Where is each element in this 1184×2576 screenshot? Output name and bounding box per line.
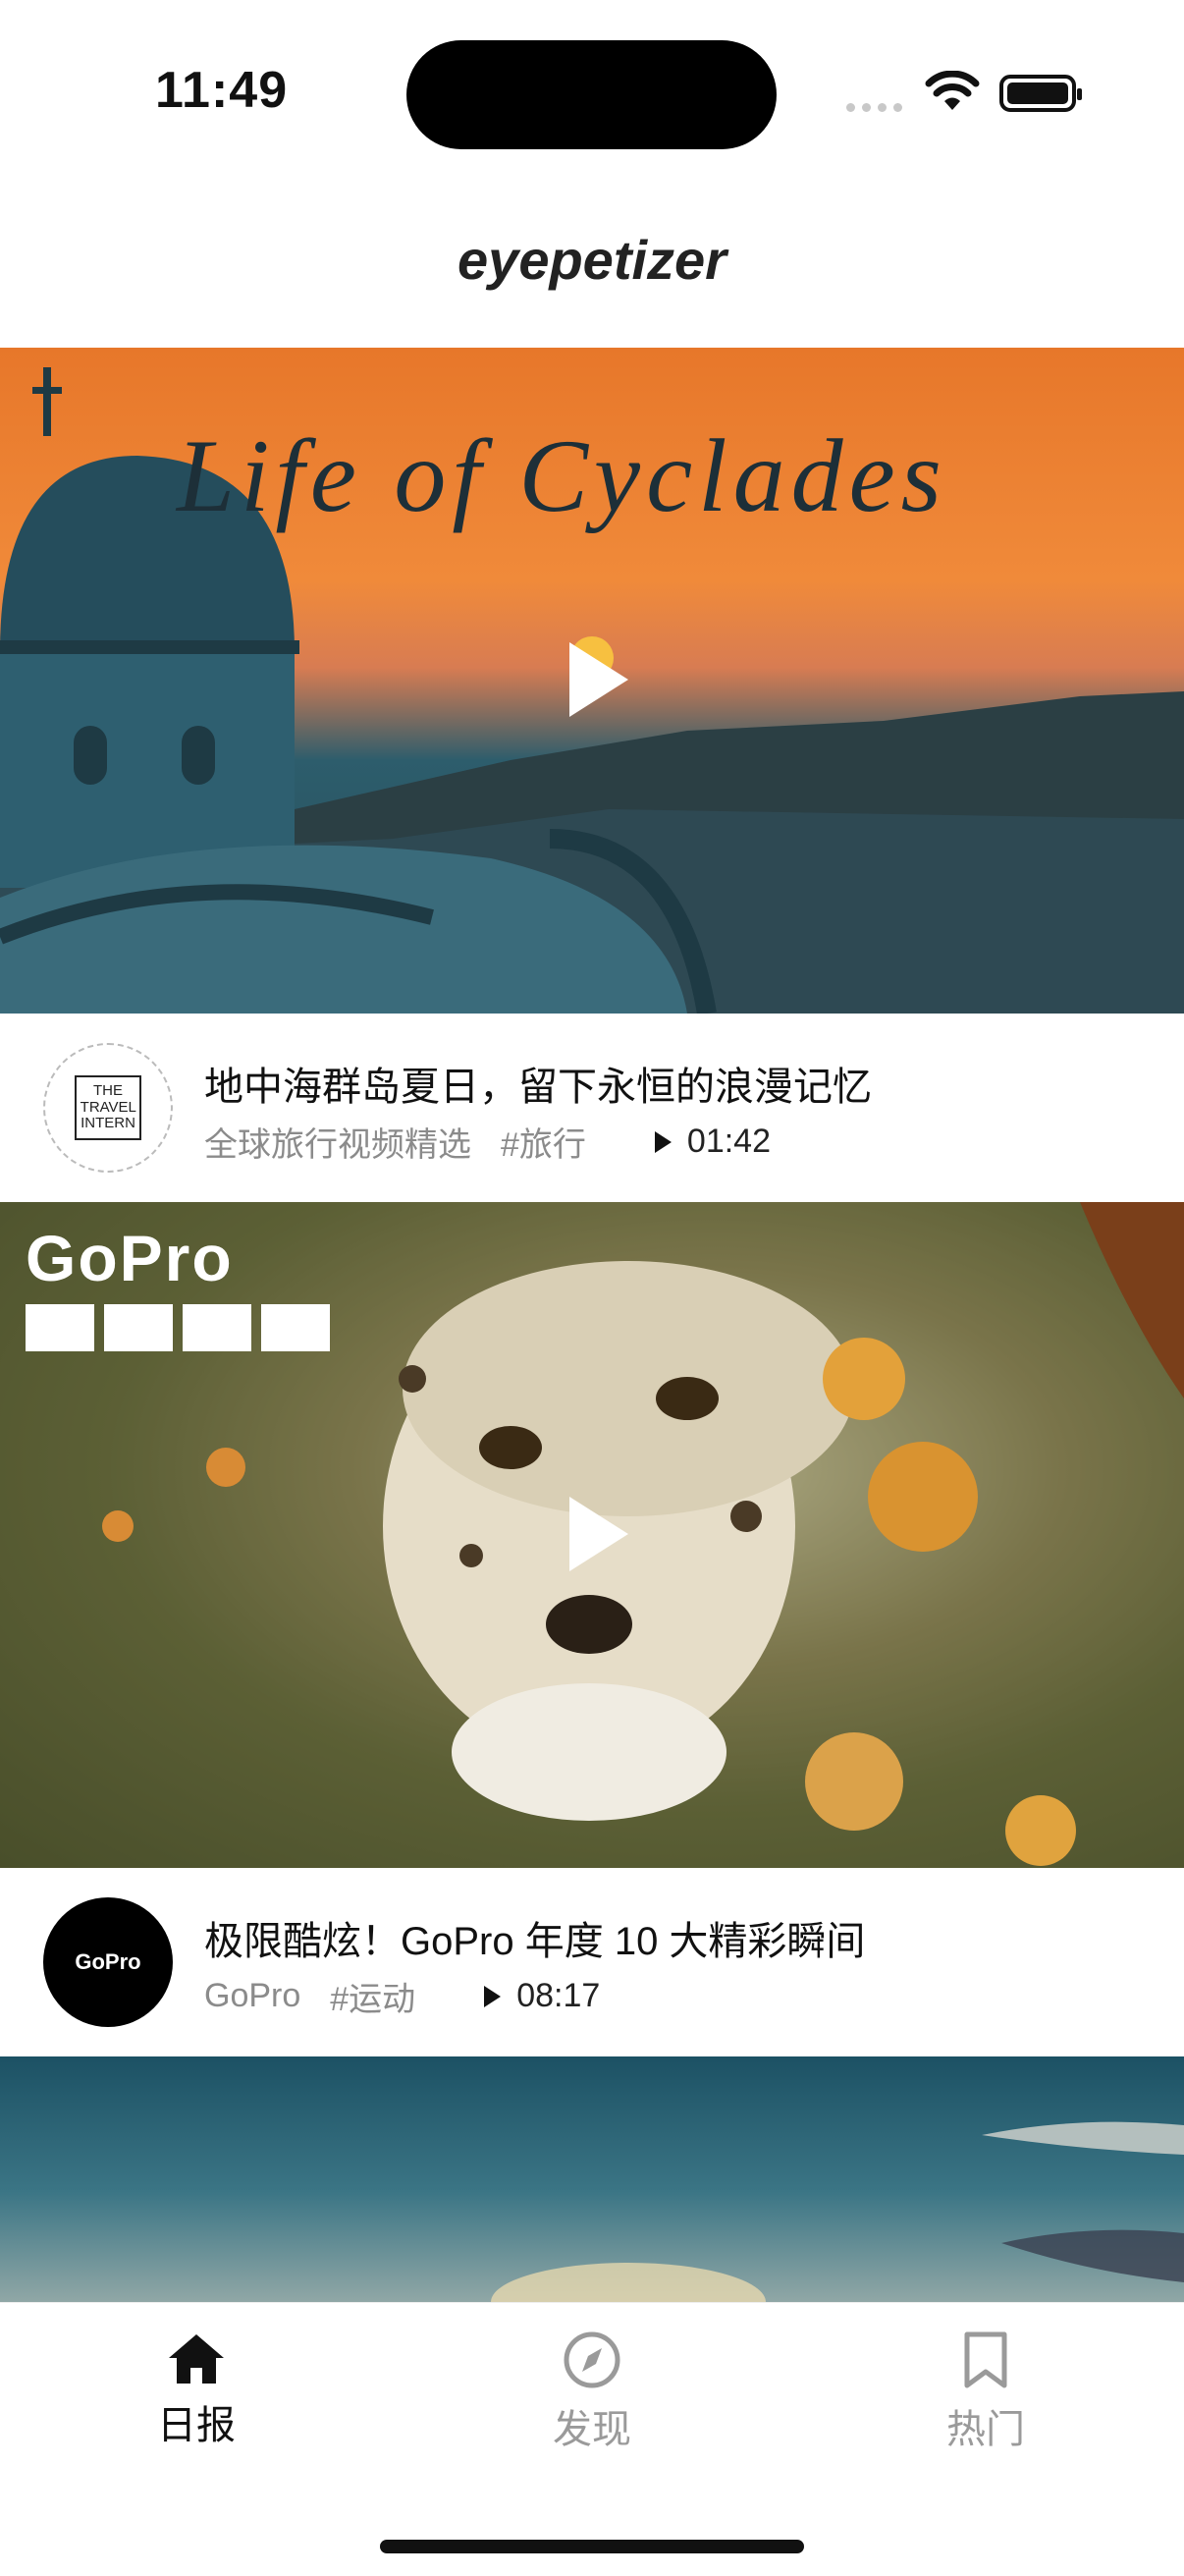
- app-title: eyepetizer: [457, 229, 727, 291]
- play-icon[interactable]: [569, 1497, 628, 1571]
- avatar-text: GoPro: [75, 1949, 141, 1974]
- bookmark-icon: [964, 2331, 1007, 2388]
- author-name[interactable]: 全球旅行视频精选: [204, 1118, 471, 1166]
- tab-label: 热门: [946, 2408, 1025, 2451]
- tab-discover[interactable]: 发现: [494, 2330, 690, 2454]
- duration: 01:42: [654, 1123, 772, 1161]
- video-info-row[interactable]: THE TRAVEL INTERN 地中海群岛夏日，留下永恒的浪漫记忆 全球旅行…: [0, 1014, 1184, 1202]
- tab-label: 日报: [157, 2404, 236, 2447]
- video-info-row[interactable]: GoPro 极限酷炫！GoPro 年度 10 大精彩瞬间 GoPro #运动 0…: [0, 1868, 1184, 2056]
- thumbnail-scene: [491, 2121, 1184, 2302]
- tab-hot[interactable]: 热门: [888, 2330, 1084, 2454]
- video-thumbnail[interactable]: GoPro: [0, 1202, 1184, 1868]
- video-meta: GoPro #运动 08:17: [204, 1972, 600, 2020]
- home-icon: [169, 2334, 224, 2384]
- tab-bar: 日报 发现 热门: [0, 2302, 1184, 2576]
- dynamic-island: [406, 40, 777, 149]
- compass-icon: [564, 2331, 620, 2388]
- duration-text: 08:17: [516, 1977, 601, 2014]
- tab-label: 发现: [553, 2408, 631, 2451]
- video-thumbnail[interactable]: Life of Cyclades: [0, 348, 1184, 1014]
- tab-daily[interactable]: 日报: [98, 2330, 295, 2450]
- status-bar: 11:49: [0, 0, 1184, 187]
- cellular-signal-icon: [846, 103, 902, 112]
- video-meta: 全球旅行视频精选 #旅行 01:42: [204, 1118, 771, 1166]
- author-avatar[interactable]: THE TRAVEL INTERN: [43, 1043, 173, 1173]
- gopro-logo: GoPro: [26, 1226, 330, 1351]
- small-play-icon: [654, 1130, 672, 1153]
- avatar-text: THE TRAVEL INTERN: [74, 1075, 142, 1140]
- category-tag[interactable]: #运动: [330, 1972, 415, 2020]
- play-icon[interactable]: [569, 642, 628, 717]
- video-title[interactable]: 地中海群岛夏日，留下永恒的浪漫记忆: [204, 1055, 872, 1112]
- small-play-icon: [484, 1985, 502, 2007]
- author-avatar[interactable]: GoPro: [43, 1897, 173, 2027]
- video-title[interactable]: 极限酷炫！GoPro 年度 10 大精彩瞬间: [204, 1909, 865, 1966]
- home-indicator[interactable]: [380, 2540, 804, 2553]
- thumbnail-overlay-title: Life of Cyclades: [177, 418, 947, 533]
- duration: 08:17: [484, 1977, 600, 2015]
- author-name[interactable]: GoPro: [204, 1977, 300, 2015]
- wifi-icon: [925, 71, 980, 110]
- gopro-logo-text: GoPro: [26, 1222, 234, 1294]
- video-thumbnail[interactable]: [0, 2056, 1184, 2302]
- battery-icon: [999, 75, 1082, 112]
- category-tag[interactable]: #旅行: [501, 1118, 586, 1166]
- duration-text: 01:42: [686, 1123, 772, 1160]
- status-time: 11:49: [155, 62, 289, 119]
